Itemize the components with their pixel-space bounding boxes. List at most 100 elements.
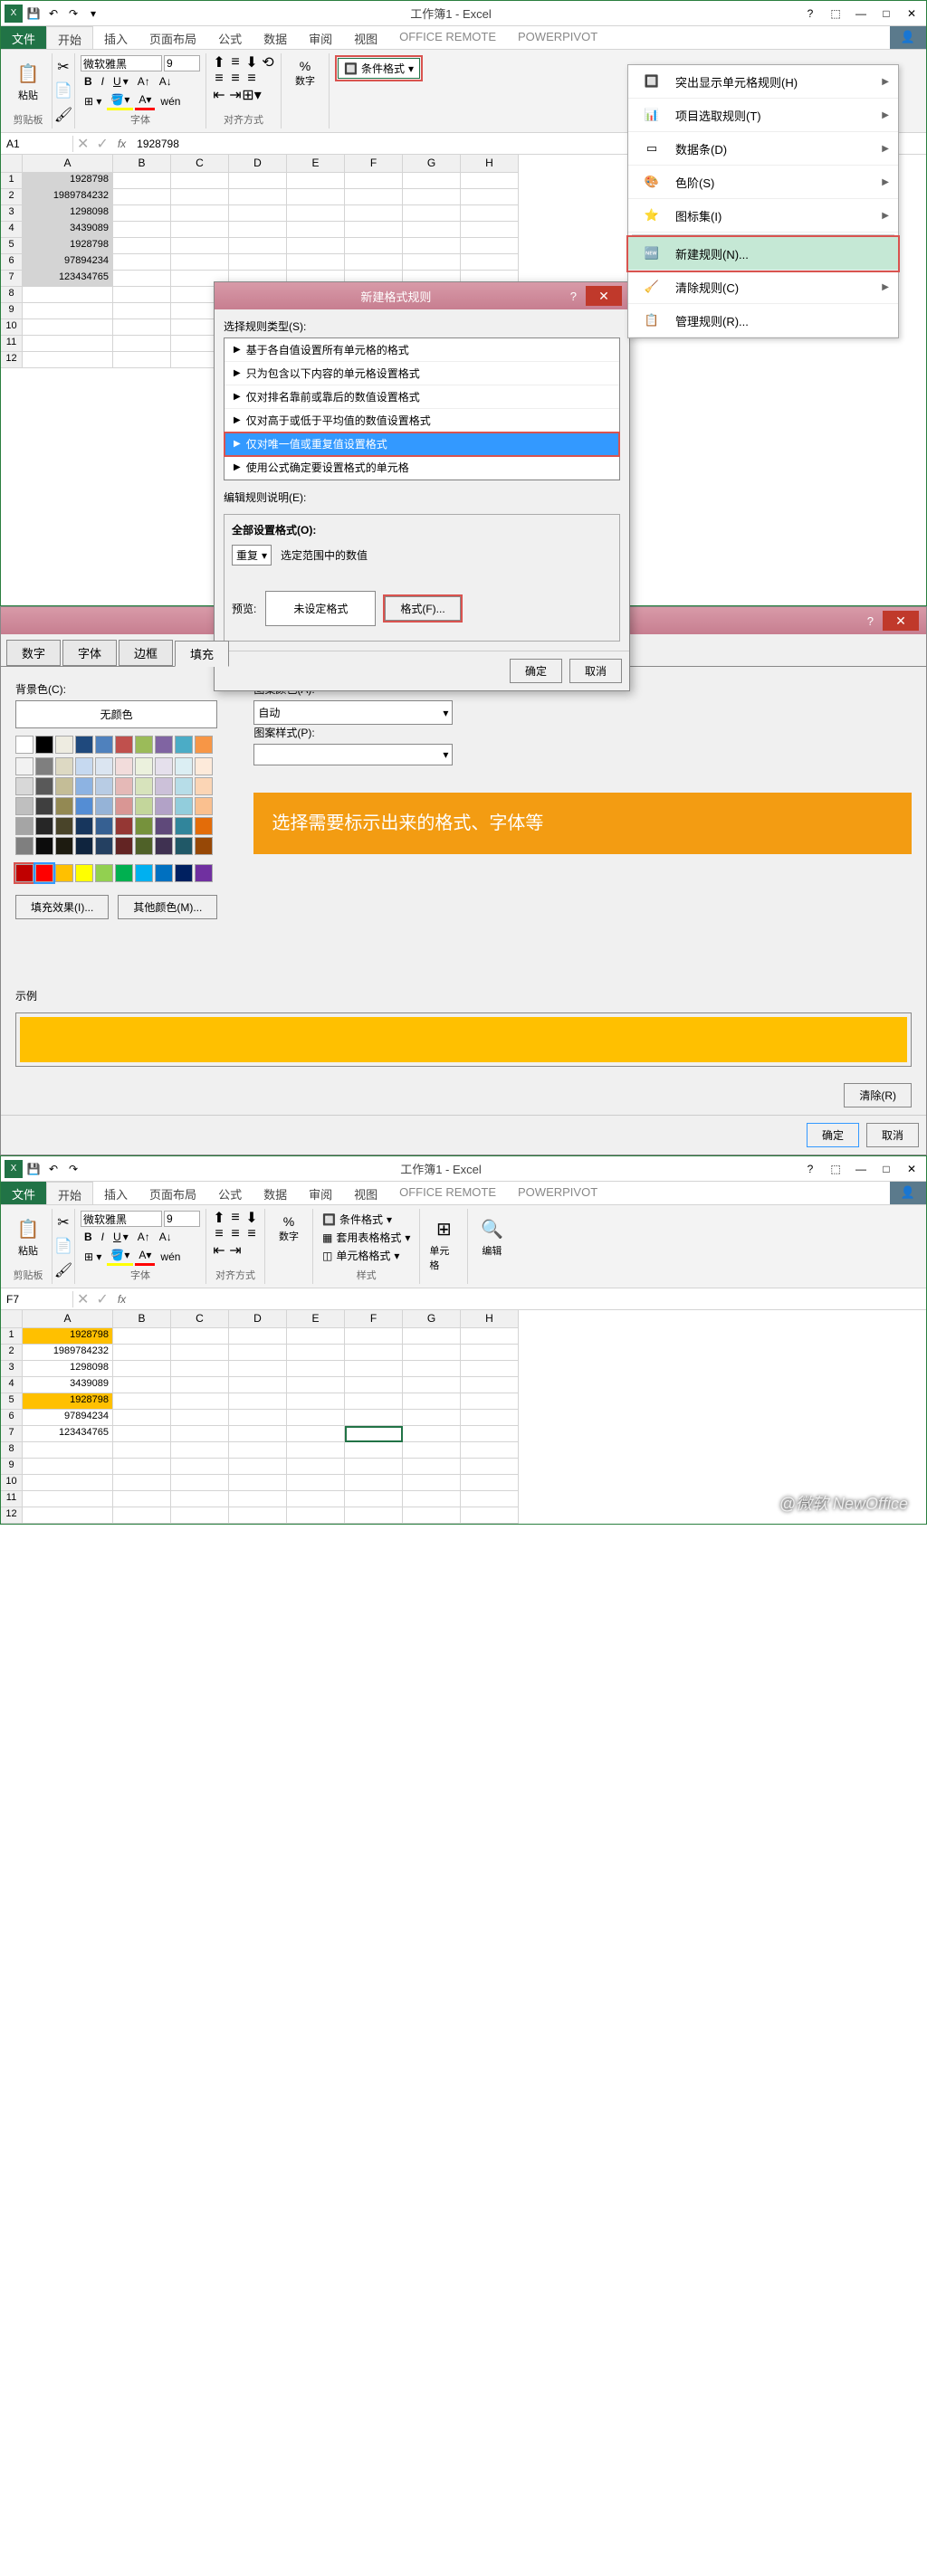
- row-header[interactable]: 9: [1, 1459, 23, 1475]
- fill-effects-button[interactable]: 填充效果(I)...: [15, 895, 109, 919]
- tab-home[interactable]: 开始: [46, 26, 93, 49]
- cell[interactable]: [345, 238, 403, 254]
- cell[interactable]: [113, 336, 171, 352]
- redo-icon[interactable]: ↷: [64, 1160, 82, 1178]
- paste-button[interactable]: 📋 粘贴: [10, 1211, 46, 1261]
- cell[interactable]: [461, 1345, 519, 1361]
- cell[interactable]: [403, 1410, 461, 1426]
- cell[interactable]: [229, 238, 287, 254]
- fx-icon[interactable]: fx: [112, 138, 131, 150]
- align-center-icon[interactable]: ≡: [228, 1227, 243, 1241]
- color-swatch[interactable]: [15, 736, 33, 754]
- phonetic-button[interactable]: wén: [157, 93, 184, 109]
- row-header[interactable]: 11: [1, 336, 23, 352]
- col-header-C[interactable]: C: [171, 155, 229, 173]
- col-header-B[interactable]: B: [113, 155, 171, 173]
- cell[interactable]: [461, 1410, 519, 1426]
- formula-input[interactable]: [131, 1298, 926, 1301]
- tab-number[interactable]: 数字: [6, 640, 61, 666]
- color-swatch[interactable]: [155, 837, 173, 855]
- color-swatch[interactable]: [95, 837, 113, 855]
- cell[interactable]: [461, 1377, 519, 1393]
- cell[interactable]: [287, 1442, 345, 1459]
- cell[interactable]: [345, 205, 403, 222]
- row-header[interactable]: 11: [1, 1491, 23, 1507]
- color-swatch[interactable]: [55, 736, 73, 754]
- col-header-D[interactable]: D: [229, 1310, 287, 1328]
- clear-button[interactable]: 清除(R): [844, 1083, 912, 1107]
- font-name-select[interactable]: [81, 1211, 162, 1227]
- cell[interactable]: [403, 173, 461, 189]
- color-swatch[interactable]: [195, 777, 213, 795]
- color-swatch[interactable]: [15, 797, 33, 815]
- bold-button[interactable]: B: [81, 73, 96, 90]
- cell[interactable]: [113, 1328, 171, 1345]
- col-header-H[interactable]: H: [461, 155, 519, 173]
- cell[interactable]: [113, 1393, 171, 1410]
- cell[interactable]: [287, 1377, 345, 1393]
- undo-icon[interactable]: ↶: [44, 5, 62, 23]
- cell[interactable]: [23, 303, 113, 319]
- cell[interactable]: [345, 1361, 403, 1377]
- color-swatch[interactable]: [55, 817, 73, 835]
- color-swatch[interactable]: [195, 797, 213, 815]
- color-swatch[interactable]: [115, 797, 133, 815]
- color-swatch[interactable]: [175, 797, 193, 815]
- menu-color-scales[interactable]: 🎨 色阶(S) ▶: [628, 166, 898, 199]
- cell[interactable]: [461, 222, 519, 238]
- increase-font-icon[interactable]: A↑: [134, 1229, 154, 1245]
- cell[interactable]: [113, 238, 171, 254]
- accept-formula-icon[interactable]: ✓: [92, 1290, 111, 1308]
- cell[interactable]: [171, 1459, 229, 1475]
- conditional-format-button[interactable]: 🔲 条件格式 ▾: [338, 58, 420, 79]
- row-header[interactable]: 3: [1, 205, 23, 222]
- qat-more-icon[interactable]: ▾: [84, 5, 102, 23]
- cell[interactable]: [113, 173, 171, 189]
- color-swatch[interactable]: [195, 757, 213, 775]
- cell[interactable]: [171, 1491, 229, 1507]
- menu-highlight-rules[interactable]: 🔲 突出显示单元格规则(H) ▶: [628, 65, 898, 99]
- undo-icon[interactable]: ↶: [44, 1160, 62, 1178]
- cell[interactable]: [287, 238, 345, 254]
- color-swatch[interactable]: [155, 864, 173, 882]
- cell[interactable]: [113, 205, 171, 222]
- border-button[interactable]: ⊞ ▾: [81, 1249, 105, 1265]
- cell[interactable]: [287, 1459, 345, 1475]
- color-swatch[interactable]: [55, 757, 73, 775]
- color-swatch[interactable]: [195, 864, 213, 882]
- cancel-button[interactable]: 取消: [866, 1123, 919, 1147]
- rule-type-5[interactable]: ▶使用公式确定要设置格式的单元格: [225, 456, 619, 480]
- color-swatch[interactable]: [75, 736, 93, 754]
- color-swatch[interactable]: [55, 864, 73, 882]
- col-header-C[interactable]: C: [171, 1310, 229, 1328]
- cell[interactable]: [229, 254, 287, 271]
- color-swatch[interactable]: [35, 757, 53, 775]
- align-top-icon[interactable]: ⬆: [212, 55, 226, 70]
- cell[interactable]: [403, 1507, 461, 1524]
- tab-layout[interactable]: 页面布局: [139, 26, 207, 49]
- help-icon[interactable]: ?: [867, 614, 874, 628]
- format-painter-icon[interactable]: 🖌: [56, 1263, 71, 1278]
- help-icon[interactable]: ?: [799, 5, 821, 23]
- rule-type-4[interactable]: ▶仅对唯一值或重复值设置格式: [225, 433, 619, 456]
- cell[interactable]: [23, 1442, 113, 1459]
- cell[interactable]: [345, 254, 403, 271]
- cell[interactable]: [113, 1426, 171, 1442]
- color-swatch[interactable]: [35, 777, 53, 795]
- indent-right-icon[interactable]: ⇥: [228, 88, 243, 102]
- col-header-F[interactable]: F: [345, 155, 403, 173]
- copy-icon[interactable]: 📄: [56, 83, 71, 98]
- other-colors-button[interactable]: 其他颜色(M)...: [118, 895, 217, 919]
- cell[interactable]: [287, 1491, 345, 1507]
- cell[interactable]: [171, 1361, 229, 1377]
- indent-left-icon[interactable]: ⇤: [212, 88, 226, 102]
- row-header[interactable]: 5: [1, 238, 23, 254]
- cell[interactable]: [113, 1410, 171, 1426]
- cell[interactable]: [113, 254, 171, 271]
- cell[interactable]: [23, 352, 113, 368]
- color-swatch[interactable]: [175, 736, 193, 754]
- row-header[interactable]: 4: [1, 222, 23, 238]
- cell[interactable]: [229, 205, 287, 222]
- minimize-icon[interactable]: —: [850, 1160, 872, 1178]
- italic-button[interactable]: I: [98, 1229, 108, 1245]
